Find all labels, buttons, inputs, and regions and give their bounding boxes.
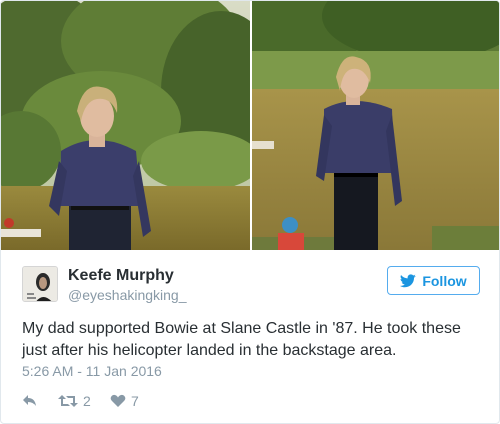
retweet-count: 2 bbox=[83, 393, 91, 409]
avatar[interactable] bbox=[22, 266, 58, 302]
like-button[interactable]: 7 bbox=[110, 393, 150, 409]
tweet-text: My dad supported Bowie at Slane Castle i… bbox=[22, 318, 482, 362]
reply-icon bbox=[22, 394, 38, 408]
retweet-icon bbox=[58, 394, 78, 408]
retweet-button[interactable]: 2 bbox=[58, 393, 110, 409]
tweet-timestamp[interactable]: 5:26 AM - 11 Jan 2016 bbox=[22, 363, 162, 379]
photo-right[interactable] bbox=[252, 1, 499, 250]
photo-right-image bbox=[252, 1, 499, 250]
photo-left[interactable] bbox=[1, 1, 250, 250]
reply-button[interactable] bbox=[22, 394, 58, 408]
user-handle[interactable]: @eyeshakingking_ bbox=[68, 287, 187, 303]
avatar-image bbox=[23, 267, 57, 301]
tweet-text-line-2: just after his helicopter landed in the … bbox=[22, 342, 397, 359]
follow-label: Follow bbox=[422, 272, 467, 289]
photo-left-image bbox=[1, 1, 250, 250]
like-count: 7 bbox=[131, 393, 139, 409]
tweet-actions: 2 7 bbox=[22, 392, 150, 410]
display-name[interactable]: Keefe Murphy bbox=[68, 267, 174, 285]
tweet-text-line-1: My dad supported Bowie at Slane Castle i… bbox=[22, 320, 461, 337]
tweet-media bbox=[1, 1, 499, 250]
tweet-card: Keefe Murphy @eyeshakingking_ Follow My … bbox=[0, 0, 500, 424]
twitter-bird-icon bbox=[400, 273, 417, 288]
heart-icon bbox=[110, 394, 126, 408]
follow-button[interactable]: Follow bbox=[387, 266, 480, 295]
